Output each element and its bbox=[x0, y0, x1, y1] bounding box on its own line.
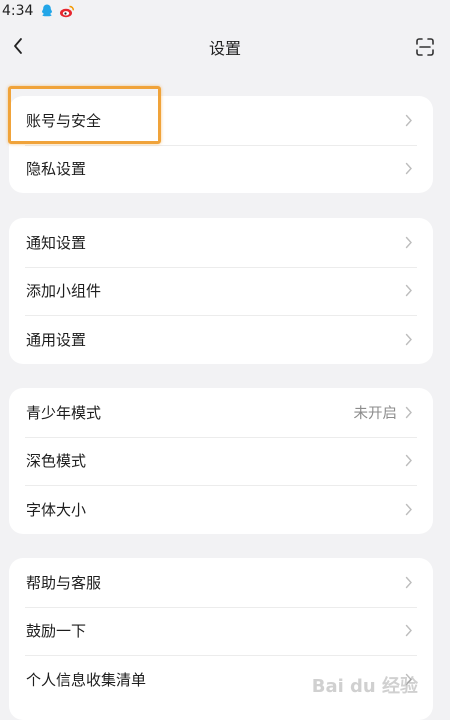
settings-row-youth-mode[interactable]: 青少年模式 未开启 bbox=[9, 388, 433, 437]
settings-row-privacy[interactable]: 隐私设置 bbox=[9, 144, 433, 194]
row-label: 添加小组件 bbox=[26, 282, 102, 301]
settings-row-encourage[interactable]: 鼓励一下 bbox=[9, 606, 433, 656]
settings-group-general: 通知设置 添加小组件 通用设置 bbox=[9, 218, 433, 364]
row-label: 字体大小 bbox=[26, 500, 87, 519]
row-label: 帮助与客服 bbox=[26, 573, 102, 592]
row-label: 鼓励一下 bbox=[26, 622, 87, 641]
row-label: 账号与安全 bbox=[26, 111, 102, 130]
scan-icon bbox=[416, 38, 434, 56]
watermark: Bai du 经验 bbox=[311, 676, 418, 697]
nav-bar: 设置 bbox=[0, 22, 450, 72]
row-label: 隐私设置 bbox=[26, 160, 87, 179]
chevron-left-icon bbox=[14, 38, 22, 54]
chevron-right-icon bbox=[405, 502, 415, 516]
weibo-icon bbox=[59, 3, 75, 19]
chevron-right-icon bbox=[405, 624, 415, 638]
chevron-right-icon bbox=[405, 332, 415, 346]
row-label: 通用设置 bbox=[26, 330, 87, 349]
row-label: 青少年模式 bbox=[26, 403, 102, 422]
settings-row-general[interactable]: 通用设置 bbox=[9, 315, 433, 364]
settings-row-notifications[interactable]: 通知设置 bbox=[9, 218, 433, 267]
page-title: 设置 bbox=[208, 39, 241, 58]
status-bar: 4:34 bbox=[0, 0, 450, 22]
chevron-right-icon bbox=[405, 575, 415, 589]
settings-row-help[interactable]: 帮助与客服 bbox=[9, 558, 433, 607]
chevron-right-icon bbox=[405, 113, 415, 127]
scan-button[interactable] bbox=[412, 34, 438, 60]
settings-row-dark-mode[interactable]: 深色模式 bbox=[9, 436, 433, 486]
settings-group-account: 账号与安全 隐私设置 bbox=[9, 96, 433, 193]
youth-mode-status: 未开启 bbox=[353, 405, 398, 422]
status-time: 4:34 bbox=[2, 3, 34, 19]
settings-row-font-size[interactable]: 字体大小 bbox=[9, 485, 433, 534]
row-label: 通知设置 bbox=[26, 233, 87, 252]
chevron-right-icon bbox=[405, 454, 415, 468]
chevron-right-icon bbox=[405, 405, 415, 419]
chevron-right-icon bbox=[405, 284, 415, 298]
settings-row-widgets[interactable]: 添加小组件 bbox=[9, 266, 433, 316]
back-button[interactable] bbox=[6, 34, 30, 58]
settings-group-display: 青少年模式 未开启 深色模式 字体大小 bbox=[9, 388, 433, 534]
settings-row-account-security[interactable]: 账号与安全 bbox=[9, 96, 433, 145]
chevron-right-icon bbox=[405, 235, 415, 249]
qq-icon bbox=[39, 3, 55, 19]
chevron-right-icon bbox=[405, 162, 415, 176]
row-label: 深色模式 bbox=[26, 452, 87, 471]
